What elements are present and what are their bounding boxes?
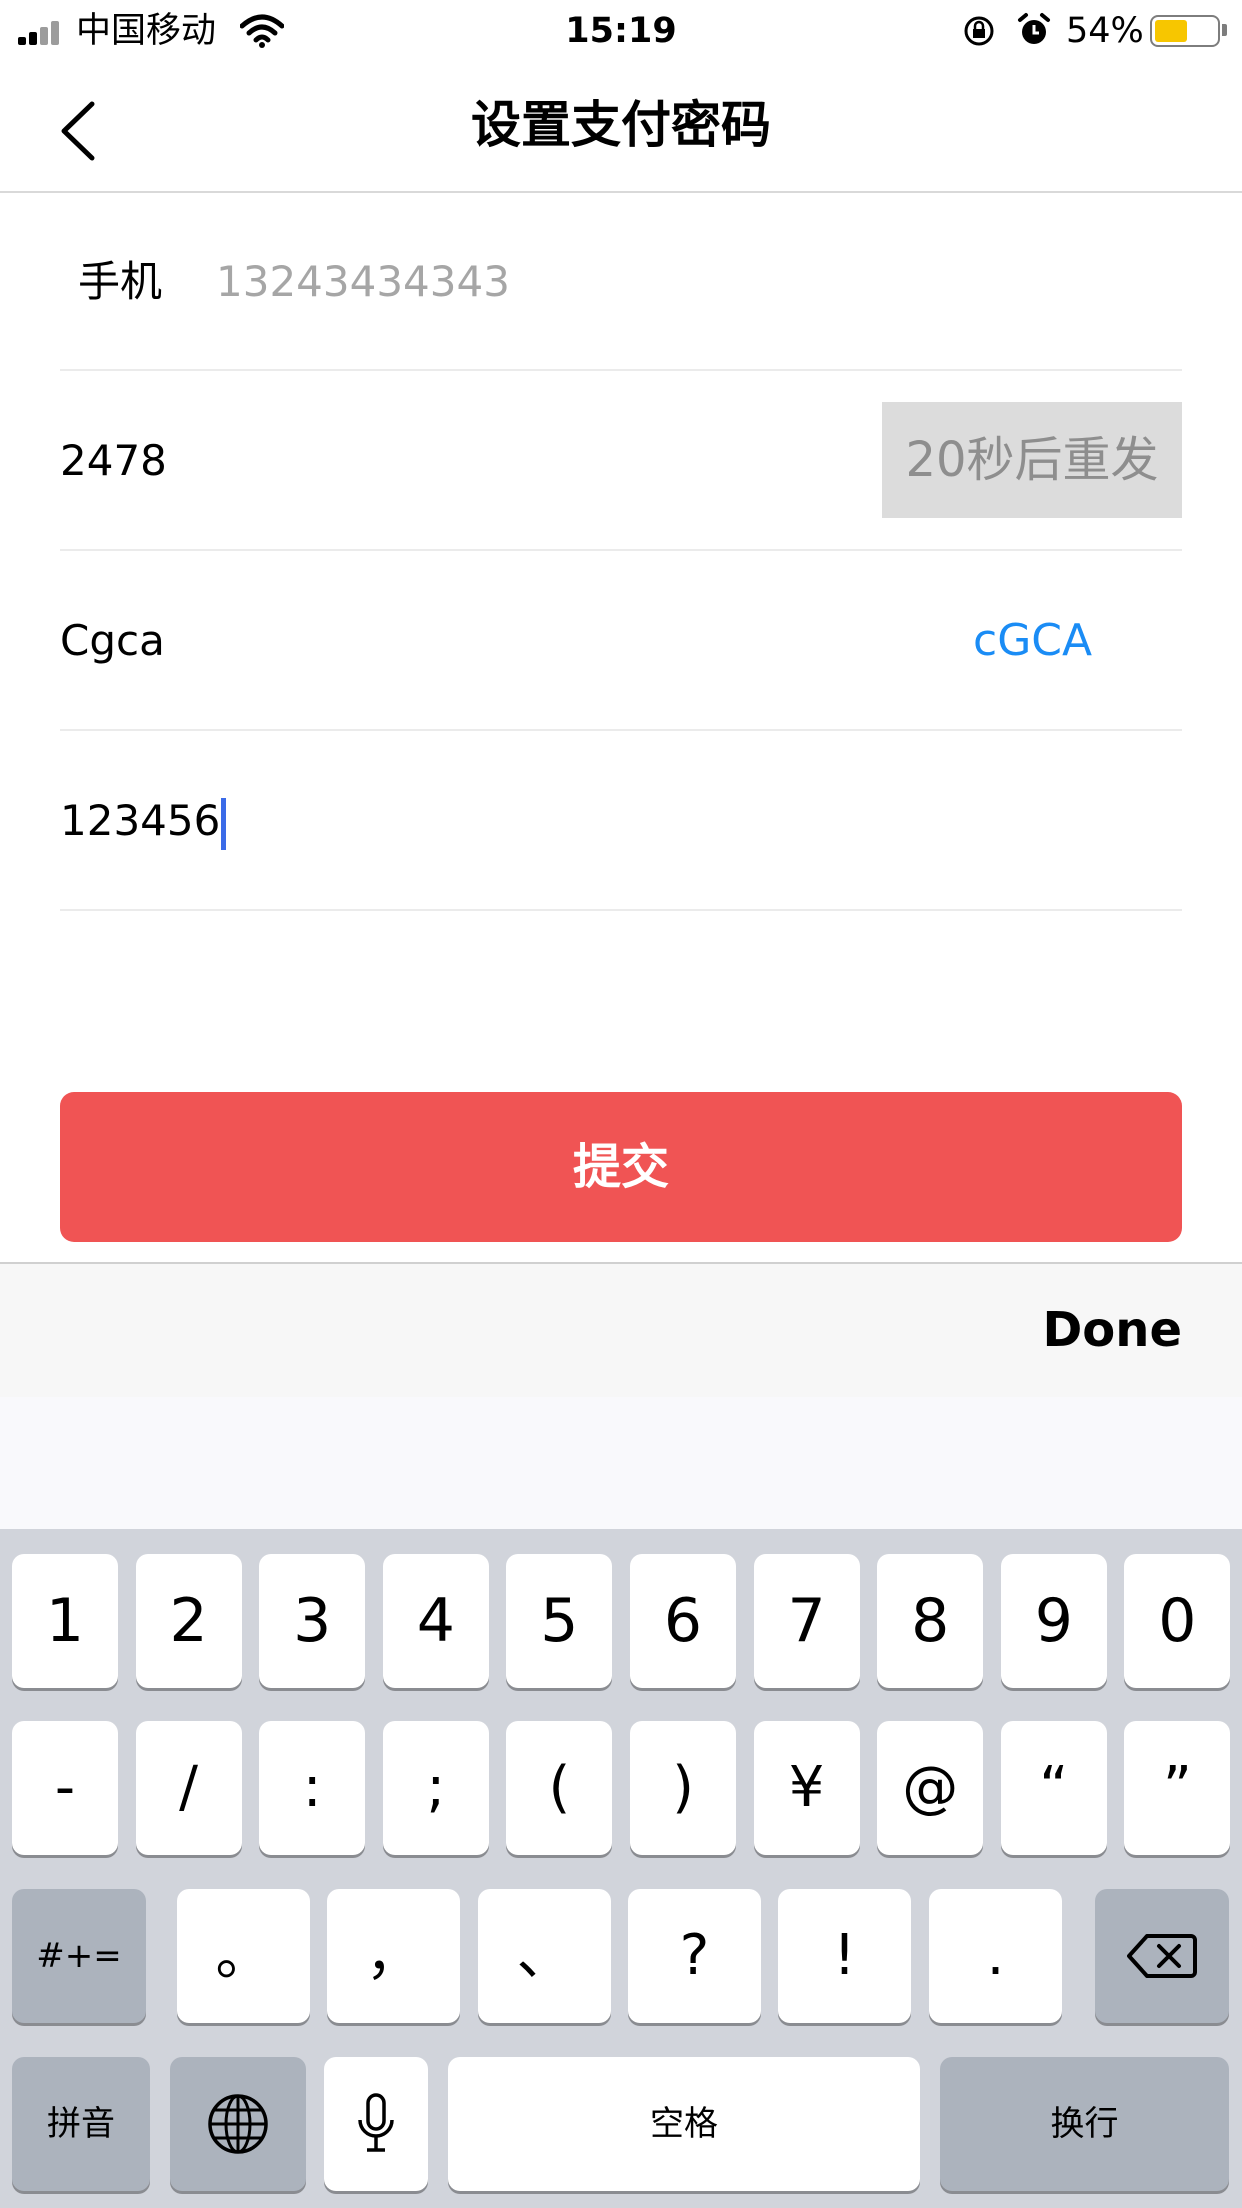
key-punctuation[interactable]: . bbox=[929, 1889, 1062, 2023]
key-label: 2 bbox=[169, 1586, 208, 1656]
password-input[interactable]: 123456 bbox=[60, 791, 227, 851]
key-label: “ bbox=[1039, 1755, 1069, 1820]
pinyin-key[interactable]: 拼音 bbox=[12, 2057, 150, 2191]
alarm-icon bbox=[1018, 13, 1050, 44]
status-bar: 中国移动 15:19 54% bbox=[0, 0, 1242, 62]
dictation-key[interactable] bbox=[324, 2057, 428, 2191]
divider bbox=[60, 909, 1182, 911]
key-label: ) bbox=[672, 1755, 694, 1820]
key-8[interactable]: 9 bbox=[1000, 1554, 1107, 1688]
captcha-input[interactable]: Cgca bbox=[60, 611, 165, 671]
key-symbol[interactable]: “ bbox=[1000, 1721, 1107, 1855]
more-symbols-key[interactable]: #+= bbox=[12, 1889, 146, 2023]
key-symbol[interactable]: ” bbox=[1124, 1721, 1231, 1855]
done-button[interactable]: Done bbox=[1042, 1264, 1182, 1397]
key-label: ( bbox=[548, 1755, 571, 1820]
return-key[interactable]: 换行 bbox=[940, 2057, 1229, 2191]
phone-label: 手机 bbox=[78, 257, 163, 306]
key-5[interactable]: 6 bbox=[630, 1554, 736, 1688]
keyboard: 1 2 3 4 5 6 7 8 9 0 - /:; () ¥ @ “ ” #+= 。 ， 、?!. 拼音 空格 换行 bbox=[0, 1529, 1242, 2208]
key-label: 拼音 bbox=[47, 2104, 115, 2144]
key-label: 4 bbox=[416, 1586, 455, 1656]
key-symbol[interactable]: - bbox=[12, 1721, 118, 1855]
key-label: 、 bbox=[516, 1923, 573, 1988]
clock: 15:19 bbox=[565, 11, 677, 51]
key-symbol[interactable]: @ bbox=[877, 1721, 984, 1855]
key-punctuation[interactable]: ? bbox=[628, 1889, 761, 2023]
key-symbol[interactable]: ; bbox=[382, 1721, 489, 1855]
key-label: ; bbox=[426, 1755, 446, 1820]
space-key[interactable]: 空格 bbox=[448, 2057, 920, 2191]
key-label: #+= bbox=[36, 1936, 122, 1976]
delete-key[interactable] bbox=[1095, 1889, 1229, 2023]
key-label: 5 bbox=[540, 1586, 579, 1656]
key-symbol[interactable]: : bbox=[259, 1721, 366, 1855]
key-punctuation[interactable]: ， bbox=[327, 1889, 460, 2023]
page-title: 设置支付密码 bbox=[471, 96, 771, 154]
key-label: 换行 bbox=[1050, 2104, 1119, 2144]
key-punctuation[interactable]: 、 bbox=[478, 1889, 611, 2023]
key-punctuation[interactable]: 。 bbox=[177, 1889, 310, 2023]
battery-percent: 54% bbox=[1066, 11, 1144, 51]
password-value: 123456 bbox=[60, 796, 221, 845]
key-label: 7 bbox=[787, 1586, 826, 1656]
delete-icon bbox=[1127, 1934, 1197, 1978]
key-label: 8 bbox=[911, 1586, 950, 1656]
key-label: 空格 bbox=[650, 2104, 718, 2144]
key-symbol[interactable]: ( bbox=[506, 1721, 613, 1855]
keyboard-toolbar: Done bbox=[0, 1262, 1242, 1399]
key-label: 6 bbox=[663, 1586, 703, 1656]
key-1[interactable]: 2 bbox=[135, 1554, 242, 1688]
battery-icon bbox=[1150, 15, 1220, 47]
key-2[interactable]: 3 bbox=[259, 1554, 366, 1688]
key-label: ! bbox=[833, 1923, 856, 1988]
divider bbox=[60, 729, 1182, 731]
key-label: 3 bbox=[293, 1586, 332, 1656]
key-3[interactable]: 4 bbox=[382, 1554, 489, 1688]
key-label: ? bbox=[679, 1923, 710, 1988]
key-label: : bbox=[302, 1755, 322, 1820]
key-label: ” bbox=[1162, 1755, 1192, 1820]
key-label: . bbox=[986, 1923, 1005, 1988]
key-symbol[interactable]: ¥ bbox=[753, 1721, 860, 1855]
key-label: @ bbox=[902, 1755, 959, 1820]
captcha-image[interactable]: cGCA bbox=[973, 610, 1092, 672]
key-punctuation[interactable]: ! bbox=[778, 1889, 911, 2023]
key-label: 。 bbox=[215, 1923, 272, 1988]
key-symbol[interactable]: / bbox=[135, 1721, 242, 1855]
resend-button[interactable]: 20秒后重发 bbox=[882, 402, 1182, 518]
key-symbol[interactable]: ) bbox=[630, 1721, 736, 1855]
sms-code-input[interactable]: 2478 bbox=[60, 431, 167, 491]
key-label: - bbox=[54, 1755, 76, 1820]
microphone-icon bbox=[358, 2093, 394, 2152]
globe-icon bbox=[208, 2094, 268, 2154]
keyboard-spacer bbox=[0, 1397, 1242, 1529]
globe-key[interactable] bbox=[170, 2057, 306, 2191]
phone-field[interactable]: 13243434343 bbox=[216, 252, 510, 312]
key-7[interactable]: 8 bbox=[877, 1554, 984, 1688]
text-caret bbox=[221, 797, 227, 850]
key-label: 9 bbox=[1034, 1586, 1073, 1656]
key-label: 0 bbox=[1158, 1586, 1197, 1656]
orientation-lock-icon bbox=[964, 16, 994, 46]
key-label: ， bbox=[365, 1923, 422, 1988]
key-4[interactable]: 5 bbox=[506, 1554, 613, 1688]
key-label: ¥ bbox=[788, 1755, 825, 1820]
submit-button[interactable]: 提交 bbox=[60, 1092, 1182, 1242]
key-label: / bbox=[179, 1755, 199, 1820]
key-9[interactable]: 0 bbox=[1124, 1554, 1231, 1688]
nav-bar: 设置支付密码 bbox=[0, 62, 1242, 193]
divider bbox=[60, 369, 1182, 371]
key-label: 1 bbox=[45, 1586, 85, 1656]
key-0[interactable]: 1 bbox=[12, 1554, 118, 1688]
divider bbox=[60, 549, 1182, 551]
key-6[interactable]: 7 bbox=[753, 1554, 860, 1688]
